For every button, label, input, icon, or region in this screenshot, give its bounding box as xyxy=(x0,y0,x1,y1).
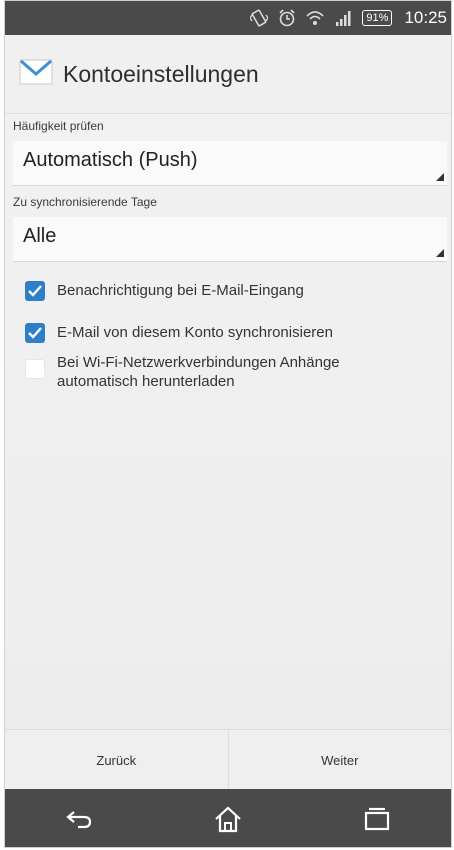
option-sync-account[interactable]: E-Mail von diesem Konto synchronisieren xyxy=(25,323,451,343)
email-envelope-icon xyxy=(19,59,53,90)
sync-days-spinner[interactable]: Alle xyxy=(13,217,447,261)
next-button[interactable]: Weiter xyxy=(227,730,452,790)
wifi-icon xyxy=(306,9,324,27)
check-frequency-label: Häufigkeit prüfen xyxy=(13,119,104,133)
action-bar: Kontoeinstellungen xyxy=(5,35,451,114)
checkbox-checked-icon[interactable] xyxy=(25,323,45,343)
button-bar: Zurück Weiter xyxy=(5,729,451,790)
vibrate-icon xyxy=(250,9,269,27)
option-wifi-attachments[interactable]: Bei Wi-Fi-Netzwerkverbindungen Anhänge a… xyxy=(25,353,451,391)
checkbox-unchecked-icon[interactable] xyxy=(25,359,45,379)
home-icon[interactable] xyxy=(208,799,248,839)
phone-screen: 91% 10:25 Kontoeinstellungen Häufigkeit … xyxy=(4,0,452,848)
page-title: Kontoeinstellungen xyxy=(63,60,259,87)
battery-indicator: 91% xyxy=(362,10,393,26)
alarm-icon xyxy=(278,9,296,27)
sync-days-label: Zu synchronisierende Tage xyxy=(13,195,157,209)
settings-content: Häufigkeit prüfen Automatisch (Push) Zu … xyxy=(5,113,451,391)
clock: 10:25 xyxy=(404,8,447,27)
option-label: Bei Wi-Fi-Netzwerkverbindungen Anhänge a… xyxy=(57,354,340,390)
option-label: E-Mail von diesem Konto synchronisieren xyxy=(57,324,333,341)
spinner-arrow-icon xyxy=(436,173,444,181)
recent-apps-icon[interactable] xyxy=(357,799,397,839)
check-frequency-value: Automatisch (Push) xyxy=(23,149,198,171)
checkbox-checked-icon[interactable] xyxy=(25,281,45,301)
option-new-mail-notification[interactable]: Benachrichtigung bei E-Mail-Eingang xyxy=(25,281,451,301)
option-label: Benachrichtigung bei E-Mail-Eingang xyxy=(57,282,304,299)
spinner-arrow-icon xyxy=(436,249,444,257)
back-icon[interactable] xyxy=(59,799,99,839)
status-bar: 91% 10:25 xyxy=(5,1,451,35)
back-button[interactable]: Zurück xyxy=(5,730,228,790)
check-frequency-spinner[interactable]: Automatisch (Push) xyxy=(13,141,447,185)
system-nav-bar xyxy=(5,789,451,847)
signal-icon xyxy=(334,9,352,27)
sync-days-value: Alle xyxy=(23,225,57,247)
